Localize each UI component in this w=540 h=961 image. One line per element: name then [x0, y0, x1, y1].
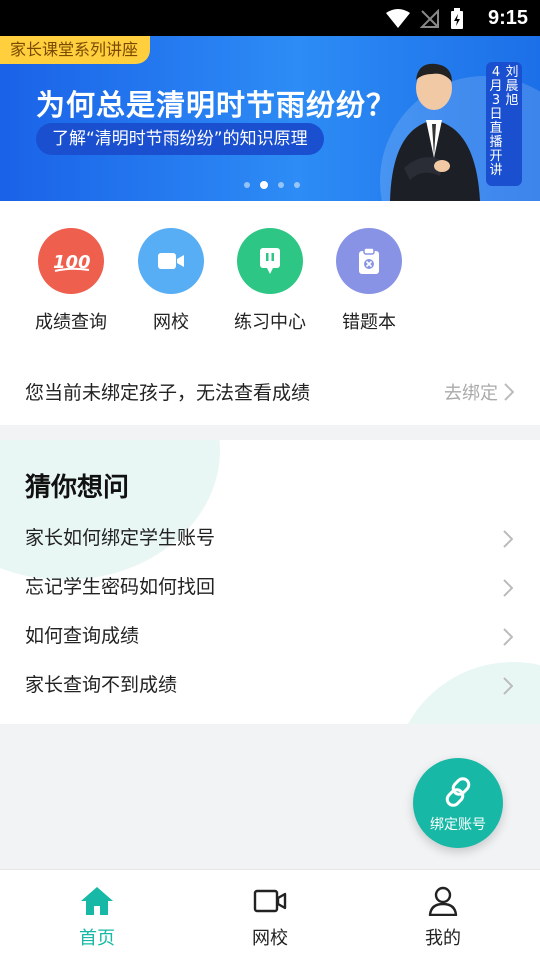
pagination-dot[interactable]: [294, 182, 300, 188]
faq-title: 猜你想问: [25, 473, 130, 503]
banner-tag: 家长课堂系列讲座: [0, 36, 151, 64]
fab-label: 绑定账号: [430, 817, 486, 833]
bind-notice-message: 您当前未绑定孩子，无法查看成绩: [25, 382, 311, 404]
faq-item[interactable]: 如何查询成绩: [25, 619, 515, 653]
promo-banner[interactable]: 家长课堂系列讲座 为何总是清明时节雨纷纷？ 了解“清明时节雨纷纷”的知识原理 4…: [0, 36, 540, 201]
link-icon: [445, 777, 471, 807]
bind-child-notice[interactable]: 您当前未绑定孩子，无法查看成绩 去绑定: [0, 351, 540, 425]
faq-decoration: [0, 440, 220, 580]
faq-question: 忘记学生密码如何找回: [25, 576, 216, 598]
faq-question: 家长查询不到成绩: [25, 674, 178, 696]
shortcut-grid: 100 成绩查询 网校 练习中心 错题本: [0, 201, 540, 351]
practice-icon: [237, 228, 303, 294]
shortcut-label: 错题本: [342, 312, 396, 333]
tab-online-school[interactable]: 网校: [220, 886, 320, 950]
tab-label: 网校: [252, 928, 288, 949]
tab-label: 首页: [79, 928, 115, 949]
chevron-right-icon: [504, 383, 514, 401]
home-icon: [81, 887, 113, 915]
user-icon: [428, 886, 458, 917]
bind-account-fab[interactable]: 绑定账号: [413, 758, 503, 848]
lecturer-name: 刘晨旭: [505, 65, 519, 108]
video-camera-icon: [138, 228, 204, 294]
shortcut-practice-center[interactable]: 练习中心: [220, 228, 320, 334]
faq-question: 家长如何绑定学生账号: [25, 527, 216, 549]
video-camera-icon: [253, 889, 287, 913]
banner-subtitle: 了解“清明时节雨纷纷”的知识原理: [36, 123, 324, 155]
status-icons: [386, 8, 464, 30]
score-100-icon: 100: [38, 228, 104, 294]
mistake-book-icon: [336, 228, 402, 294]
wifi-icon: [386, 9, 410, 28]
tab-label: 我的: [425, 928, 461, 949]
faq-question: 如何查询成绩: [25, 625, 140, 647]
chevron-right-icon: [503, 579, 513, 597]
faq-item[interactable]: 忘记学生密码如何找回: [25, 570, 515, 604]
shortcut-label: 网校: [153, 312, 189, 333]
battery-charging-icon: [451, 8, 463, 29]
go-bind-label: 去绑定: [444, 383, 498, 404]
lecture-date-line2: 4月3日直播开讲: [489, 65, 503, 178]
banner-pagination: [244, 181, 300, 189]
status-bar: 9:15: [0, 0, 540, 36]
shortcut-label: 成绩查询: [35, 312, 107, 333]
shortcut-online-school[interactable]: 网校: [121, 228, 221, 334]
pagination-dot[interactable]: [244, 182, 250, 188]
pagination-dot[interactable]: [278, 182, 284, 188]
pagination-dot-active[interactable]: [260, 181, 268, 189]
bottom-tab-bar: 首页 网校 我的: [0, 869, 540, 961]
tab-home[interactable]: 首页: [47, 886, 147, 950]
lecture-date-label: 4月3日直播开讲 刘晨旭: [486, 62, 522, 186]
lecturer-photo: [390, 63, 480, 201]
banner-headline: 为何总是清明时节雨纷纷？: [36, 88, 397, 122]
status-time: 9:15: [487, 7, 528, 29]
chevron-right-icon: [503, 628, 513, 646]
faq-item[interactable]: 家长查询不到成绩: [25, 668, 515, 702]
shortcut-mistake-book[interactable]: 错题本: [319, 228, 419, 334]
chevron-right-icon: [503, 530, 513, 548]
tab-mine[interactable]: 我的: [393, 886, 493, 950]
shortcut-label: 练习中心: [234, 312, 306, 333]
faq-item[interactable]: 家长如何绑定学生账号: [25, 521, 515, 555]
faq-section: 猜你想问 家长如何绑定学生账号 忘记学生密码如何找回 如何查询成绩 家长查询不到…: [0, 440, 540, 724]
shortcut-score-query[interactable]: 100 成绩查询: [21, 228, 121, 334]
chevron-right-icon: [503, 677, 513, 695]
no-signal-icon: [420, 9, 439, 28]
go-bind-link[interactable]: 去绑定: [444, 379, 514, 405]
